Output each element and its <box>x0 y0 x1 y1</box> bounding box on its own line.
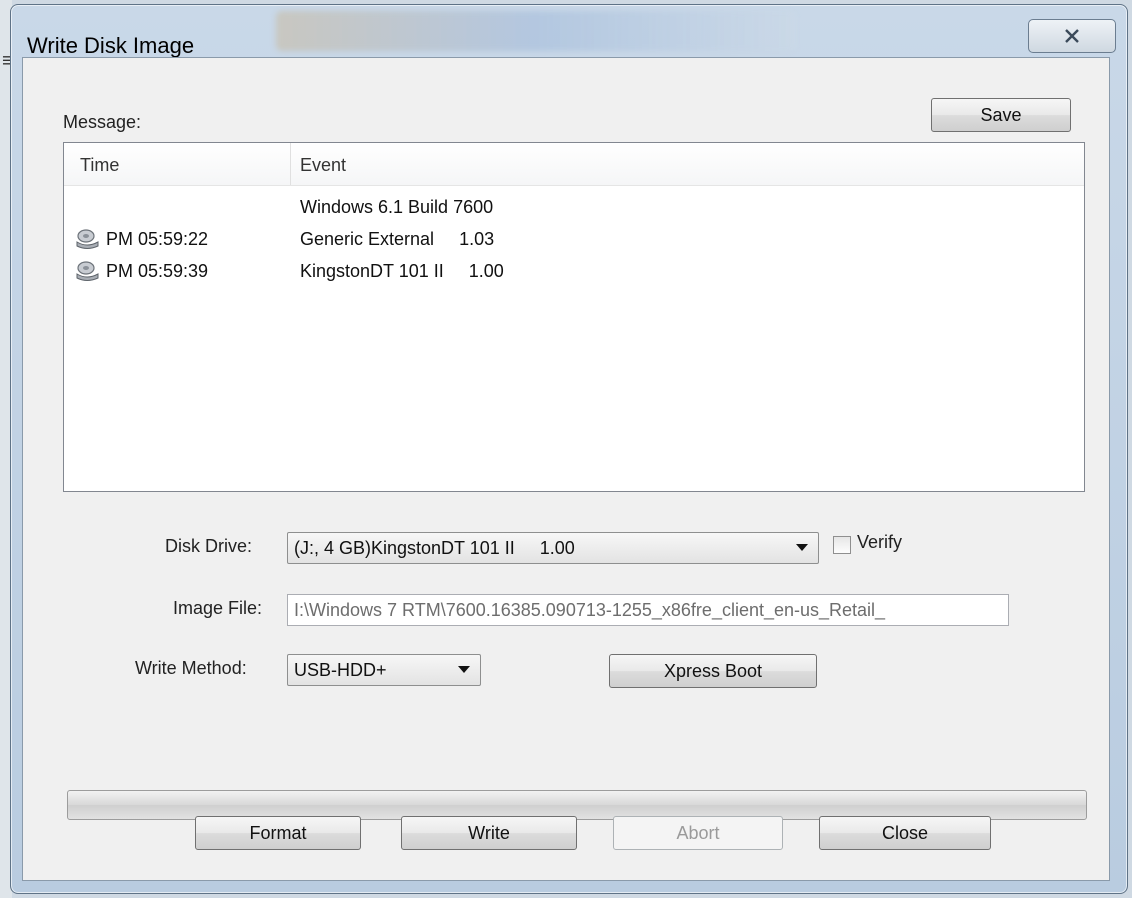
row-time: PM 05:59:39 <box>106 261 209 281</box>
write-method-value: USB-HDD+ <box>294 660 387 680</box>
list-item[interactable]: PM 05:59:22 Generic External 1.03 <box>64 225 1084 255</box>
save-button[interactable]: Save <box>931 98 1071 132</box>
chevron-down-icon <box>796 544 808 551</box>
dialog-client-area: Message: Save Time Event Windows 6.1 Bui… <box>22 57 1110 881</box>
blurred-background-toolbar <box>276 11 796 51</box>
abort-button: Abort <box>613 816 783 850</box>
image-file-label: Image File: <box>173 598 263 618</box>
row-event: KingstonDT 101 II 1.00 <box>300 261 504 281</box>
column-separator[interactable] <box>290 143 291 185</box>
write-method-label: Write Method: <box>135 658 247 678</box>
list-header: Time Event <box>64 143 1084 186</box>
close-button[interactable]: Close <box>819 816 991 850</box>
list-item[interactable]: Windows 6.1 Build 7600 <box>64 193 1084 223</box>
message-list[interactable]: Time Event Windows 6.1 Build 7600 PM 05:… <box>63 142 1085 492</box>
row-event: Windows 6.1 Build 7600 <box>300 197 494 217</box>
image-file-value: I:\Windows 7 RTM\7600.16385.090713-1255_… <box>294 600 886 620</box>
write-button[interactable]: Write <box>401 816 577 850</box>
disk-drive-value: (J:, 4 GB)KingstonDT 101 II 1.00 <box>294 538 575 558</box>
verify-label[interactable]: Verify <box>857 532 902 553</box>
disk-drive-select[interactable]: (J:, 4 GB)KingstonDT 101 II 1.00 <box>287 532 819 564</box>
window-title: Write Disk Image <box>27 33 195 58</box>
column-header-time[interactable]: Time <box>80 155 119 176</box>
format-button[interactable]: Format <box>195 816 361 850</box>
chevron-down-icon <box>458 666 470 673</box>
drive-icon <box>76 261 99 281</box>
row-time: PM 05:59:22 <box>106 229 209 249</box>
message-label: Message: <box>63 112 142 132</box>
window-close-button[interactable] <box>1028 19 1116 53</box>
disk-drive-label: Disk Drive: <box>165 536 253 556</box>
row-event: Generic External 1.03 <box>300 229 495 249</box>
drive-icon <box>76 229 99 249</box>
xpress-boot-button[interactable]: Xpress Boot <box>609 654 817 688</box>
image-file-field[interactable]: I:\Windows 7 RTM\7600.16385.090713-1255_… <box>287 594 1009 626</box>
write-method-select[interactable]: USB-HDD+ <box>287 654 481 686</box>
write-disk-image-dialog: Write Disk Image Message: Save Time Even… <box>10 4 1128 894</box>
verify-checkbox[interactable] <box>833 536 851 554</box>
list-item[interactable]: PM 05:59:39 KingstonDT 101 II 1.00 <box>64 257 1084 287</box>
close-icon <box>1065 29 1079 43</box>
column-header-event[interactable]: Event <box>300 155 346 176</box>
